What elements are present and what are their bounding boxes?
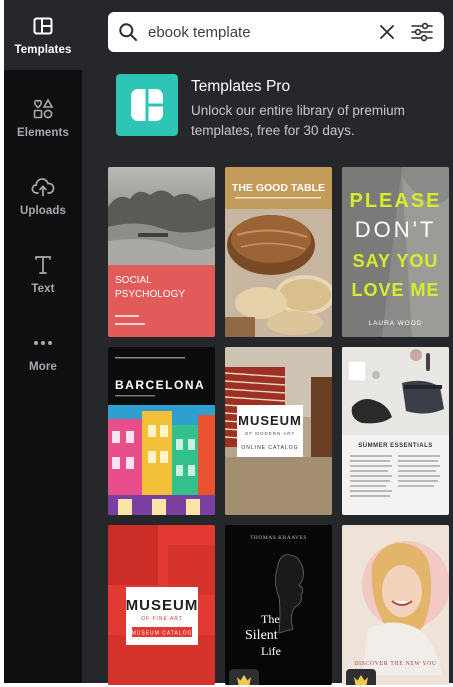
upload-cloud-icon [30, 175, 56, 199]
template-card-silent-life[interactable]: THOMAS KRAAVES The Silent Life [225, 525, 332, 685]
side-rail: Templates Elements Uploads Text More [4, 0, 82, 683]
search-bar [108, 12, 444, 52]
sidebar-item-label: Templates [14, 44, 72, 56]
template-title: BARCELONA [115, 378, 205, 392]
template-card-social-psychology[interactable]: SOCIAL PSYCHOLOGY [108, 167, 215, 337]
sidebar-item-label: Elements [17, 127, 69, 139]
template-card-good-table[interactable]: THE GOOD TABLE [225, 167, 332, 337]
search-icon [108, 22, 148, 42]
template-title-line: PSYCHOLOGY [115, 289, 185, 300]
template-caption: ONLINE CATALOG [241, 445, 298, 451]
template-author: LAURA WOOD [368, 320, 422, 327]
promo-title: Templates Pro [191, 78, 291, 95]
template-title-line: Silent [245, 628, 278, 643]
template-title-line: PLEASE [349, 190, 441, 212]
template-title-line: LOVE ME [351, 280, 439, 300]
templates-icon [30, 14, 56, 38]
template-card-museum-modern-art[interactable]: MUSEUM OF MODERN ART ONLINE CATALOG [225, 347, 332, 515]
sidebar-item-text[interactable]: Text [4, 239, 82, 309]
template-title-line: SAY YOU [353, 251, 439, 271]
template-card-barcelona[interactable]: BARCELONA [108, 347, 215, 515]
template-title: THE GOOD TABLE [232, 182, 325, 194]
template-grid: SOCIAL PSYCHOLOGY THE GOOD TABLE PLEASE … [108, 167, 450, 687]
sidebar-item-label: More [29, 361, 57, 373]
text-icon [30, 253, 56, 277]
sidebar-item-label: Uploads [19, 205, 67, 217]
sidebar-item-label: Text [31, 283, 55, 295]
template-title: MUSEUM [238, 413, 302, 428]
template-title: DISCOVER THE NEW YOU [354, 661, 437, 667]
template-title-line: Life [261, 644, 281, 658]
template-title: SUMMER ESSENTIALS [358, 443, 433, 449]
template-subtitle: OF MODERN ART [245, 431, 295, 436]
sidebar-item-elements[interactable]: Elements [4, 83, 82, 153]
templates-panel: Templates Pro Unlock our entire library … [82, 0, 453, 685]
sidebar-item-more[interactable]: More [4, 317, 82, 387]
template-card-please-dont[interactable]: PLEASE DON'T SAY YOU LOVE ME LAURA WOOD [342, 167, 449, 337]
template-title: MUSEUM [126, 597, 199, 614]
editor-app: Templates Elements Uploads Text More ebo… [4, 0, 453, 685]
template-subtitle: OF FINE ART [141, 616, 183, 622]
templates-pro-promo[interactable]: Templates Pro Unlock our entire library … [116, 74, 446, 140]
template-title-line: The [261, 612, 280, 626]
sidebar-item-templates[interactable]: Templates [4, 0, 82, 70]
elements-icon [30, 97, 56, 121]
template-author: THOMAS KRAAVES [250, 535, 307, 541]
template-card-museum-fine-art[interactable]: MUSEUM OF FINE ART MUSEUM CATALOG [108, 525, 215, 685]
sidebar-item-uploads[interactable]: Uploads [4, 161, 82, 231]
search-input[interactable] [148, 23, 358, 41]
template-title-line: SOCIAL [115, 275, 152, 286]
template-card-discover-new-you[interactable]: DISCOVER THE NEW YOU [342, 525, 449, 685]
filter-sliders-icon[interactable] [410, 20, 434, 44]
more-dots-icon [30, 331, 56, 355]
promo-description: Unlock our entire library of premium tem… [191, 103, 405, 138]
template-caption: MUSEUM CATALOG [132, 631, 193, 637]
templates-pro-logo-icon [116, 74, 178, 136]
close-icon[interactable] [376, 21, 398, 43]
template-card-summer-essentials[interactable]: SUMMER ESSENTIALS [342, 347, 449, 515]
template-title-line: DON'T [355, 217, 437, 242]
